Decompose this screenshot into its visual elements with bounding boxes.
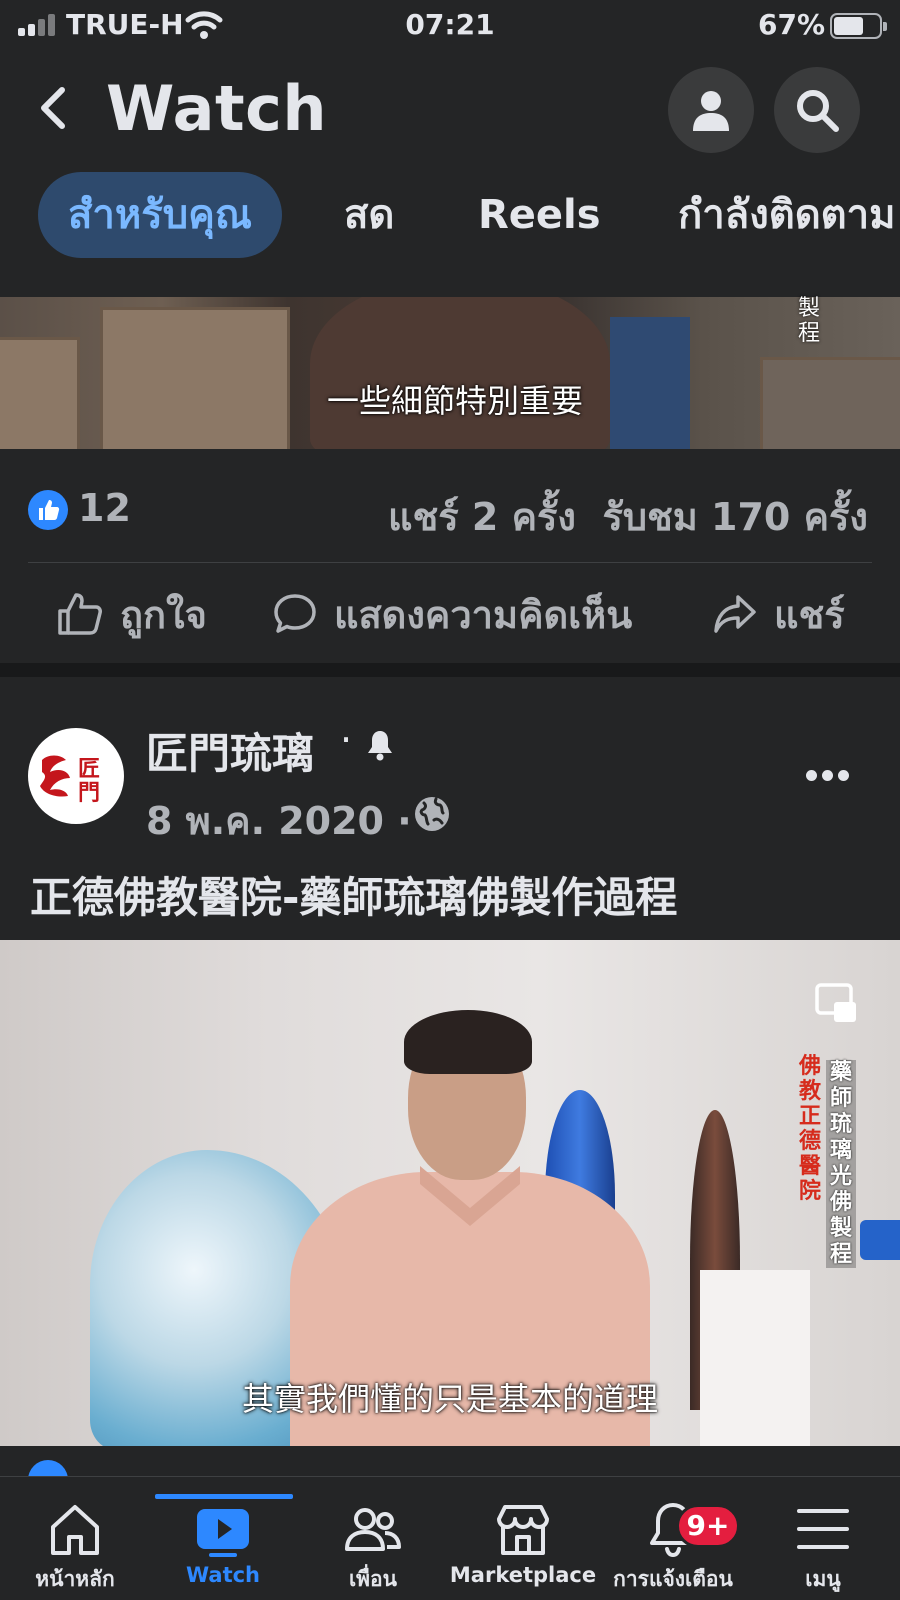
nav-watch-label: Watch	[185, 1563, 261, 1587]
brand-logo-icon: 匠 門	[40, 755, 100, 806]
battery-icon	[830, 13, 887, 39]
notification-badge: 9+	[676, 1504, 740, 1548]
avatar-text-1: 匠	[78, 757, 100, 782]
nav-friends[interactable]: เพื่อน	[298, 1477, 448, 1600]
more-options-icon[interactable]	[806, 770, 850, 784]
post-caption: 正德佛教醫院-藥師琉璃佛製作過程	[30, 873, 678, 922]
cellular-signal-icon	[18, 14, 58, 36]
bell-icon[interactable]	[364, 728, 396, 762]
picture-in-picture-icon[interactable]	[814, 982, 858, 1026]
tab-live[interactable]: สด	[344, 172, 394, 258]
video-player-2[interactable]	[0, 940, 900, 1446]
page-title: Watch	[106, 72, 328, 145]
nav-marketplace[interactable]: Marketplace	[448, 1477, 598, 1600]
video-side-caption: 製程	[797, 296, 820, 346]
tab-following[interactable]: กำลังติดตาม	[678, 172, 895, 258]
video-subtitle-2: 其實我們懂的只是基本的道理	[241, 1380, 658, 1418]
comment-label: แสดงความคิดเห็น	[334, 592, 633, 637]
globe-public-icon	[415, 797, 449, 831]
page-avatar[interactable]: 匠 門	[28, 728, 124, 824]
page-name[interactable]: 匠門琉璃	[146, 720, 314, 781]
nav-menu-label: เมนู	[805, 1567, 841, 1591]
profile-button[interactable]	[668, 67, 754, 153]
share-view-stats: แชร์ 2 ครั้ง รับชม 170 ครั้ง	[388, 486, 868, 547]
back-chevron-icon[interactable]	[30, 80, 80, 136]
post-date: 8 พ.ค. 2020 ·	[146, 799, 412, 843]
nav-friends-label: เพื่อน	[349, 1567, 397, 1591]
nav-menu[interactable]: เมนู	[748, 1477, 898, 1600]
menu-icon	[797, 1509, 849, 1549]
tab-reels[interactable]: Reels	[478, 172, 601, 258]
like-button[interactable]: ถูกใจ	[56, 584, 207, 644]
marketplace-icon	[497, 1505, 549, 1555]
nav-marketplace-label: Marketplace	[449, 1563, 597, 1587]
avatar-text-2: 門	[78, 781, 100, 806]
share-count[interactable]: แชร์ 2 ครั้ง	[388, 495, 576, 539]
active-tab-indicator	[155, 1494, 293, 1499]
friends-icon	[345, 1508, 401, 1551]
section-separator	[0, 663, 900, 677]
like-label: ถูกใจ	[120, 592, 207, 637]
nav-notifications-label: การแจ้งเตือน	[613, 1567, 733, 1591]
bottom-navigation-bar: หน้าหลัก Watch เพื่อน Marketplace การแจ้…	[0, 1476, 900, 1600]
status-bar: TRUE-H 07:21 67%	[0, 0, 900, 50]
like-reaction-icon	[28, 490, 68, 530]
nav-home-label: หน้าหลัก	[35, 1567, 115, 1591]
person-icon	[693, 91, 729, 131]
divider	[28, 562, 872, 563]
view-count: รับชม 170 ครั้ง	[602, 495, 868, 539]
share-label: แชร์	[774, 592, 845, 637]
nav-home[interactable]: หน้าหลัก	[0, 1477, 150, 1600]
next-stats-peek	[0, 1446, 900, 1476]
status-time: 07:21	[405, 8, 495, 41]
watch-play-icon	[197, 1509, 249, 1557]
thumbs-up-icon	[58, 593, 102, 635]
share-button[interactable]: แชร์	[712, 584, 845, 644]
video-player-1[interactable]	[0, 297, 900, 449]
home-icon	[51, 1505, 99, 1555]
battery-percent: 67%	[758, 8, 826, 41]
carrier-name: TRUE-H	[66, 8, 184, 41]
name-separator: ·	[340, 718, 353, 762]
like-count[interactable]: 12	[78, 486, 131, 530]
search-icon	[797, 90, 839, 132]
comment-button[interactable]: แสดงความคิดเห็น	[272, 584, 632, 644]
wifi-icon	[185, 11, 223, 39]
video-subtitle: 一些細節特別重要	[326, 382, 583, 420]
comment-bubble-icon	[274, 594, 316, 633]
search-button[interactable]	[774, 67, 860, 153]
tab-for-you[interactable]: สำหรับคุณ	[38, 172, 282, 258]
video-side-caption-white: 藥師琉璃光佛製程	[826, 1060, 856, 1268]
video-side-caption-red: 佛教正德醫院	[798, 1054, 821, 1204]
share-arrow-icon	[714, 595, 756, 633]
